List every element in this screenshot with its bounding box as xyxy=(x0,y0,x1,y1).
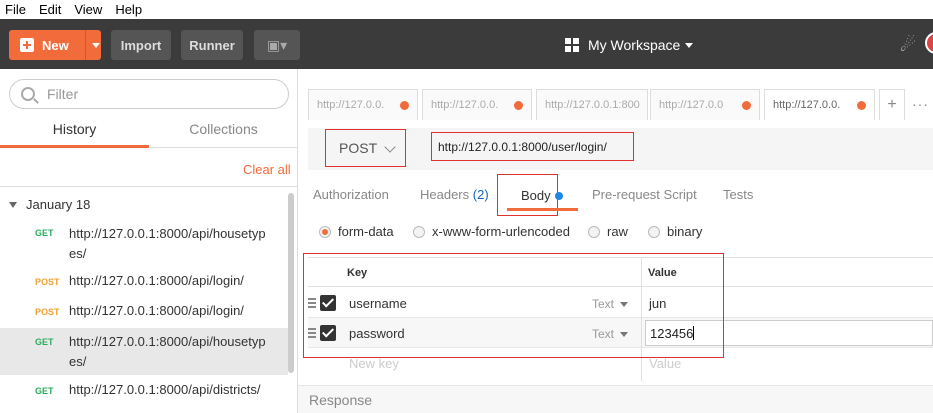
workspace-grid-icon xyxy=(565,38,579,52)
satellite-icon[interactable]: ☄ xyxy=(900,35,916,56)
tab-prerequest[interactable]: Pre-request Script xyxy=(592,187,697,202)
menu-view[interactable]: View xyxy=(69,2,110,17)
method-badge: POST xyxy=(35,307,60,317)
tab-body-label: Body xyxy=(521,188,551,203)
menu-edit[interactable]: Edit xyxy=(34,2,69,17)
workspace-switcher[interactable]: My Workspace xyxy=(565,35,694,55)
radio-urlencoded[interactable]: x-www-form-urlencoded xyxy=(413,224,570,239)
history-group-label: January 18 xyxy=(26,197,91,212)
new-key-input[interactable]: New key xyxy=(349,356,399,371)
request-tab-label: http://127.0.0.1:800 xyxy=(545,99,640,111)
search-icon xyxy=(21,87,35,101)
filter-placeholder: Filter xyxy=(47,86,79,102)
new-window-button[interactable]: ▣▾ xyxy=(254,30,300,60)
plus-icon xyxy=(20,38,34,52)
method-badge: POST xyxy=(35,277,60,287)
tab-history[interactable]: History xyxy=(0,115,149,148)
radio-binary[interactable]: binary xyxy=(648,224,702,239)
avatar[interactable] xyxy=(925,32,933,54)
header-toolbar: New Import Runner ▣▾ My Workspace ☄ xyxy=(0,19,933,69)
new-button[interactable]: New xyxy=(9,30,101,60)
history-item[interactable]: POST http://127.0.0.1:8000/api/login/ xyxy=(0,298,288,326)
url-input[interactable]: http://127.0.0.1:8000/user/login/ xyxy=(431,132,634,161)
tab-authorization[interactable]: Authorization xyxy=(313,187,389,202)
new-button-label: New xyxy=(42,37,69,53)
new-window-icon: ▣▾ xyxy=(266,36,288,53)
headers-count: (2) xyxy=(472,187,489,202)
unsaved-dot-icon xyxy=(400,101,409,110)
filter-input[interactable]: Filter xyxy=(9,79,289,109)
history-url: http://127.0.0.1:8000/api/districts/ xyxy=(69,382,261,397)
chevron-down-icon xyxy=(384,141,396,153)
clear-all-link[interactable]: Clear all xyxy=(243,162,291,177)
history-item[interactable]: GET http://127.0.0.1:8000/api/districts/ xyxy=(0,377,288,405)
runner-button[interactable]: Runner xyxy=(181,30,243,60)
tab-collections[interactable]: Collections xyxy=(149,115,298,148)
url-value: http://127.0.0.1:8000/user/login/ xyxy=(438,139,607,154)
history-url: http://127.0.0.1:8000/api/login/ xyxy=(69,273,244,288)
body-mode-radios: form-data x-www-form-urlencoded raw bina… xyxy=(308,222,933,244)
sidebar: Filter History Collections Clear all Jan… xyxy=(0,69,298,413)
unsaved-dot-icon xyxy=(514,101,523,110)
request-tab-active[interactable]: http://127.0.0. xyxy=(764,89,875,120)
radio-form-data[interactable]: form-data xyxy=(319,224,394,239)
menu-help[interactable]: Help xyxy=(110,2,150,17)
add-tab-button[interactable]: + xyxy=(879,89,905,120)
radio-raw[interactable]: raw xyxy=(588,224,628,239)
sidebar-tabs: History Collections xyxy=(0,115,298,148)
radio-icon xyxy=(648,225,660,238)
menu-bar: File Edit View Help xyxy=(0,0,933,19)
radio-icon xyxy=(413,225,425,238)
active-dot-icon xyxy=(555,192,563,200)
new-value-input[interactable]: Value xyxy=(649,356,681,371)
tab-headers-label: Headers xyxy=(420,187,470,202)
request-tab[interactable]: http://127.0.0.1:800 xyxy=(536,89,648,120)
new-dropdown-caret-icon[interactable] xyxy=(92,43,100,48)
request-tab[interactable]: http://127.0.0. xyxy=(308,89,418,120)
request-tab-label: http://127.0.0. xyxy=(317,99,385,111)
active-tab-underline xyxy=(507,208,578,211)
request-tab[interactable]: http://127.0.0. xyxy=(422,89,532,120)
sidebar-scrollbar[interactable] xyxy=(288,193,294,373)
response-label: Response xyxy=(309,392,373,408)
highlight-box xyxy=(303,253,724,358)
unsaved-dot-icon xyxy=(857,101,866,110)
method-badge: GET xyxy=(35,386,54,396)
tab-tests[interactable]: Tests xyxy=(723,187,753,202)
request-subtabs: Authorization Headers (2) Pre-request Sc… xyxy=(308,175,933,213)
unsaved-dot-icon xyxy=(742,101,751,110)
request-tab-label: http://127.0.0. xyxy=(773,99,841,111)
history-group-header[interactable]: January 18 xyxy=(9,197,90,212)
response-section: Response xyxy=(298,385,933,413)
request-tab-label: http://127.0.0 xyxy=(659,99,724,111)
method-select[interactable]: POST xyxy=(325,129,406,167)
history-url: http://127.0.0.1:8000/api/housetypes/ xyxy=(69,226,266,261)
request-tab-label: http://127.0.0. xyxy=(431,99,499,111)
history-item[interactable]: POST http://127.0.0.1:8000/api/login/ xyxy=(0,269,288,297)
history-item[interactable]: GET http://127.0.0.1:8000/api/housetypes… xyxy=(0,221,288,265)
radio-icon xyxy=(319,225,331,238)
request-tab[interactable]: http://127.0.0 xyxy=(650,89,760,120)
tab-headers[interactable]: Headers (2) xyxy=(420,187,489,202)
more-tabs-icon[interactable]: ··· xyxy=(912,96,929,112)
chevron-down-icon xyxy=(685,42,694,48)
method-value: POST xyxy=(339,140,378,156)
radio-icon xyxy=(588,225,600,238)
caret-down-icon xyxy=(9,201,17,208)
history-url: http://127.0.0.1:8000/api/login/ xyxy=(69,303,244,318)
method-badge: GET xyxy=(35,337,54,347)
history-item-selected[interactable]: GET http://127.0.0.1:8000/api/housetypes… xyxy=(0,328,288,375)
menu-file[interactable]: File xyxy=(0,2,34,17)
method-badge: GET xyxy=(35,228,54,238)
import-button[interactable]: Import xyxy=(111,30,171,60)
workspace-label: My Workspace xyxy=(588,37,681,53)
history-url: http://127.0.0.1:8000/api/housetypes/ xyxy=(69,334,266,369)
